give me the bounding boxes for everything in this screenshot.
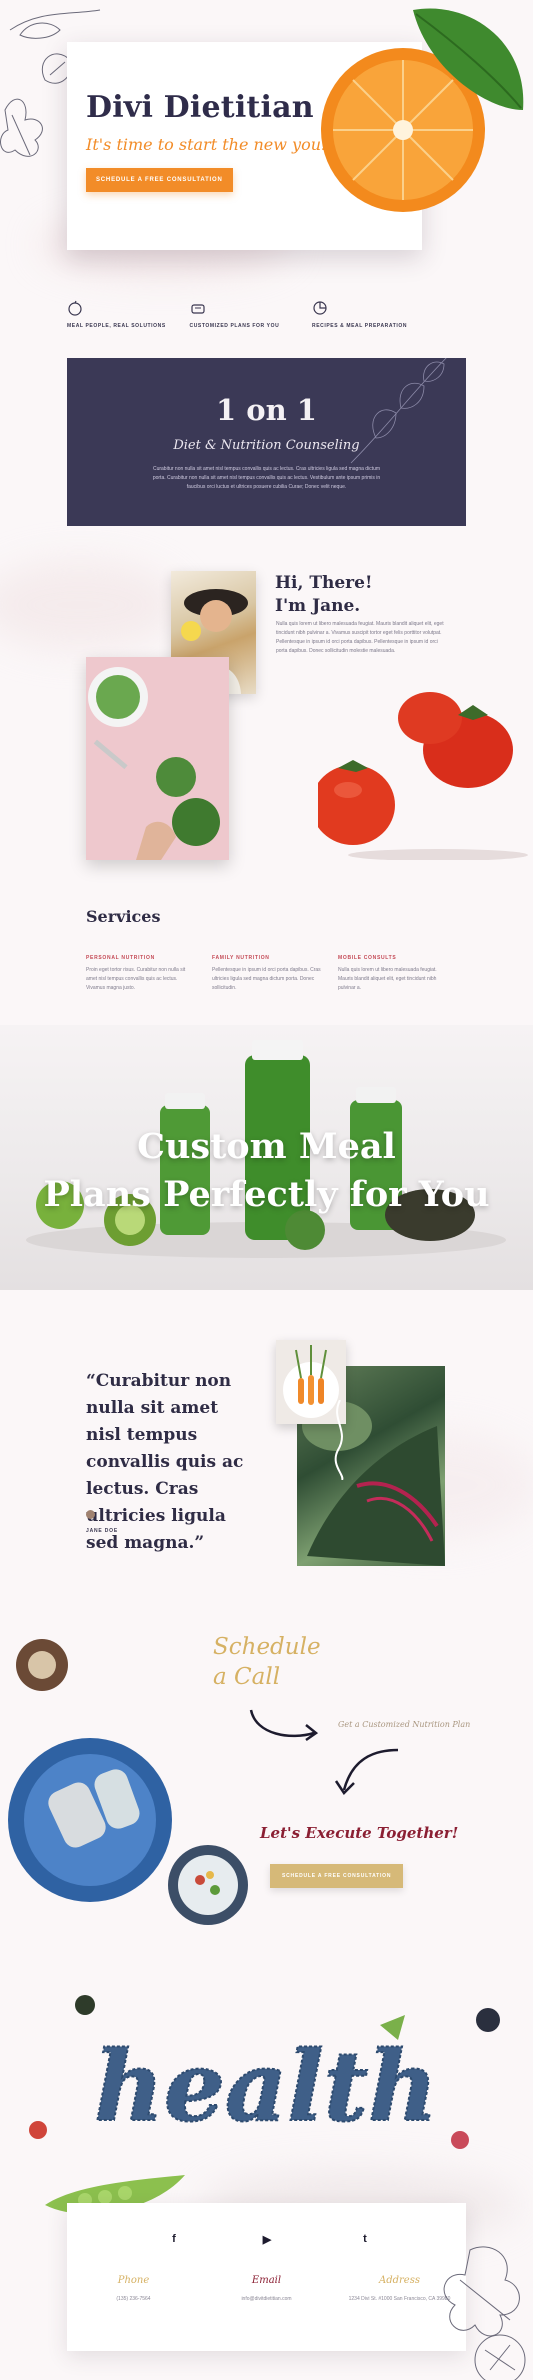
schedule-consultation-button[interactable]: SCHEDULE A FREE CONSULTATION [86, 168, 233, 192]
footer-card: f ▶ t Phone (135) 236-7564 Email info@di… [67, 2203, 466, 2351]
about-heading: Hi, There! I'm Jane. [275, 572, 372, 618]
phone-value[interactable]: (135) 236-7564 [67, 2296, 200, 2302]
twitter-icon[interactable]: t [357, 2233, 373, 2245]
feature-label: CUSTOMIZED PLANS FOR YOU [189, 323, 280, 329]
arrow-down-left-icon [334, 1748, 399, 1795]
schedule-title-line1: Schedule [213, 1634, 321, 1660]
service-body: Pellentesque in ipsum id orci porta dapi… [212, 967, 321, 991]
feature-label: RECIPES & MEAL PREPARATION [312, 323, 408, 329]
feature-item: CUSTOMIZED PLANS FOR YOU [190, 300, 300, 329]
service-body: Proin eget tortor risus. Curabitur non n… [86, 967, 186, 991]
service-item: FAMILY NUTRITION Pellentesque in ipsum i… [212, 955, 322, 993]
testimonial-author: JANE DOE [86, 1528, 118, 1534]
facebook-icon[interactable]: f [166, 2233, 182, 2245]
contact-email: Email info@divitdietitian.com [200, 2275, 333, 2302]
custom-meal-section: Custom Meal Plans Perfectly for You [0, 1025, 533, 1290]
banner-body: Curabitur non nulla sit amet nisl tempus… [152, 466, 381, 490]
about-body: Nulla quis lorem ut libero malesuada feu… [276, 621, 444, 654]
meal-title: Custom Meal Plans Perfectly for You [0, 1123, 533, 1219]
service-body: Nulla quis lorem ut libero malesuada feu… [338, 967, 437, 991]
leaf-sketch-icon [350, 358, 447, 464]
avatar [86, 1510, 95, 1519]
feature-label: MEAL PEOPLE, REAL SOLUTIONS [67, 323, 166, 329]
contact-label: Email [251, 2275, 282, 2286]
meal-title-line1: Custom Meal [137, 1126, 396, 1167]
schedule-title-line2: a Call [213, 1664, 281, 1690]
broccoli-board-image [86, 657, 229, 860]
execute-heading: Let's Execute Together! [260, 1824, 459, 1842]
service-item: PERSONAL NUTRITION Proin eget tortor ris… [86, 955, 196, 993]
contact-label: Phone [117, 2275, 150, 2286]
service-title: FAMILY NUTRITION [212, 955, 270, 961]
about-heading-line1: Hi, There! [275, 573, 373, 593]
contact-phone: Phone (135) 236-7564 [67, 2275, 200, 2302]
feature-item: MEAL PEOPLE, REAL SOLUTIONS [67, 300, 177, 329]
pie-chart-icon [313, 301, 327, 315]
scale-icon [190, 304, 205, 314]
herb-sketch-right [443, 2246, 526, 2380]
orange-fruit-image [321, 8, 524, 212]
service-title: MOBILE CONSULTS [338, 955, 397, 961]
features-row: MEAL PEOPLE, REAL SOLUTIONS CUSTOMIZED P… [67, 300, 422, 329]
services-title: Services [86, 907, 161, 926]
counseling-banner: 1 on 1 Diet & Nutrition Counseling Curab… [67, 358, 466, 526]
apple-icon [68, 300, 82, 316]
feature-item: RECIPES & MEAL PREPARATION [312, 300, 422, 329]
email-value[interactable]: info@divitdietitian.com [200, 2296, 333, 2302]
tomatoes-image [318, 692, 528, 860]
curvy-line-icon [334, 1400, 344, 1480]
health-blueberries-image: health [0, 1980, 533, 2150]
youtube-icon[interactable]: ▶ [259, 2233, 275, 2246]
schedule-call-button[interactable]: SCHEDULE A FREE CONSULTATION [270, 1864, 404, 1888]
meal-title-line2: Plans Perfectly for You [43, 1174, 490, 1215]
health-word: health [94, 2030, 438, 2143]
schedule-note: Get a Customized Nutrition Plan [338, 1720, 471, 1729]
service-title: PERSONAL NUTRITION [86, 955, 155, 961]
schedule-title: Schedule a Call [213, 1632, 321, 1692]
arrow-right-icon [249, 1709, 319, 1742]
about-heading-line2: I'm Jane. [275, 596, 361, 616]
service-item: MOBILE CONSULTS Nulla quis lorem ut libe… [338, 955, 448, 993]
